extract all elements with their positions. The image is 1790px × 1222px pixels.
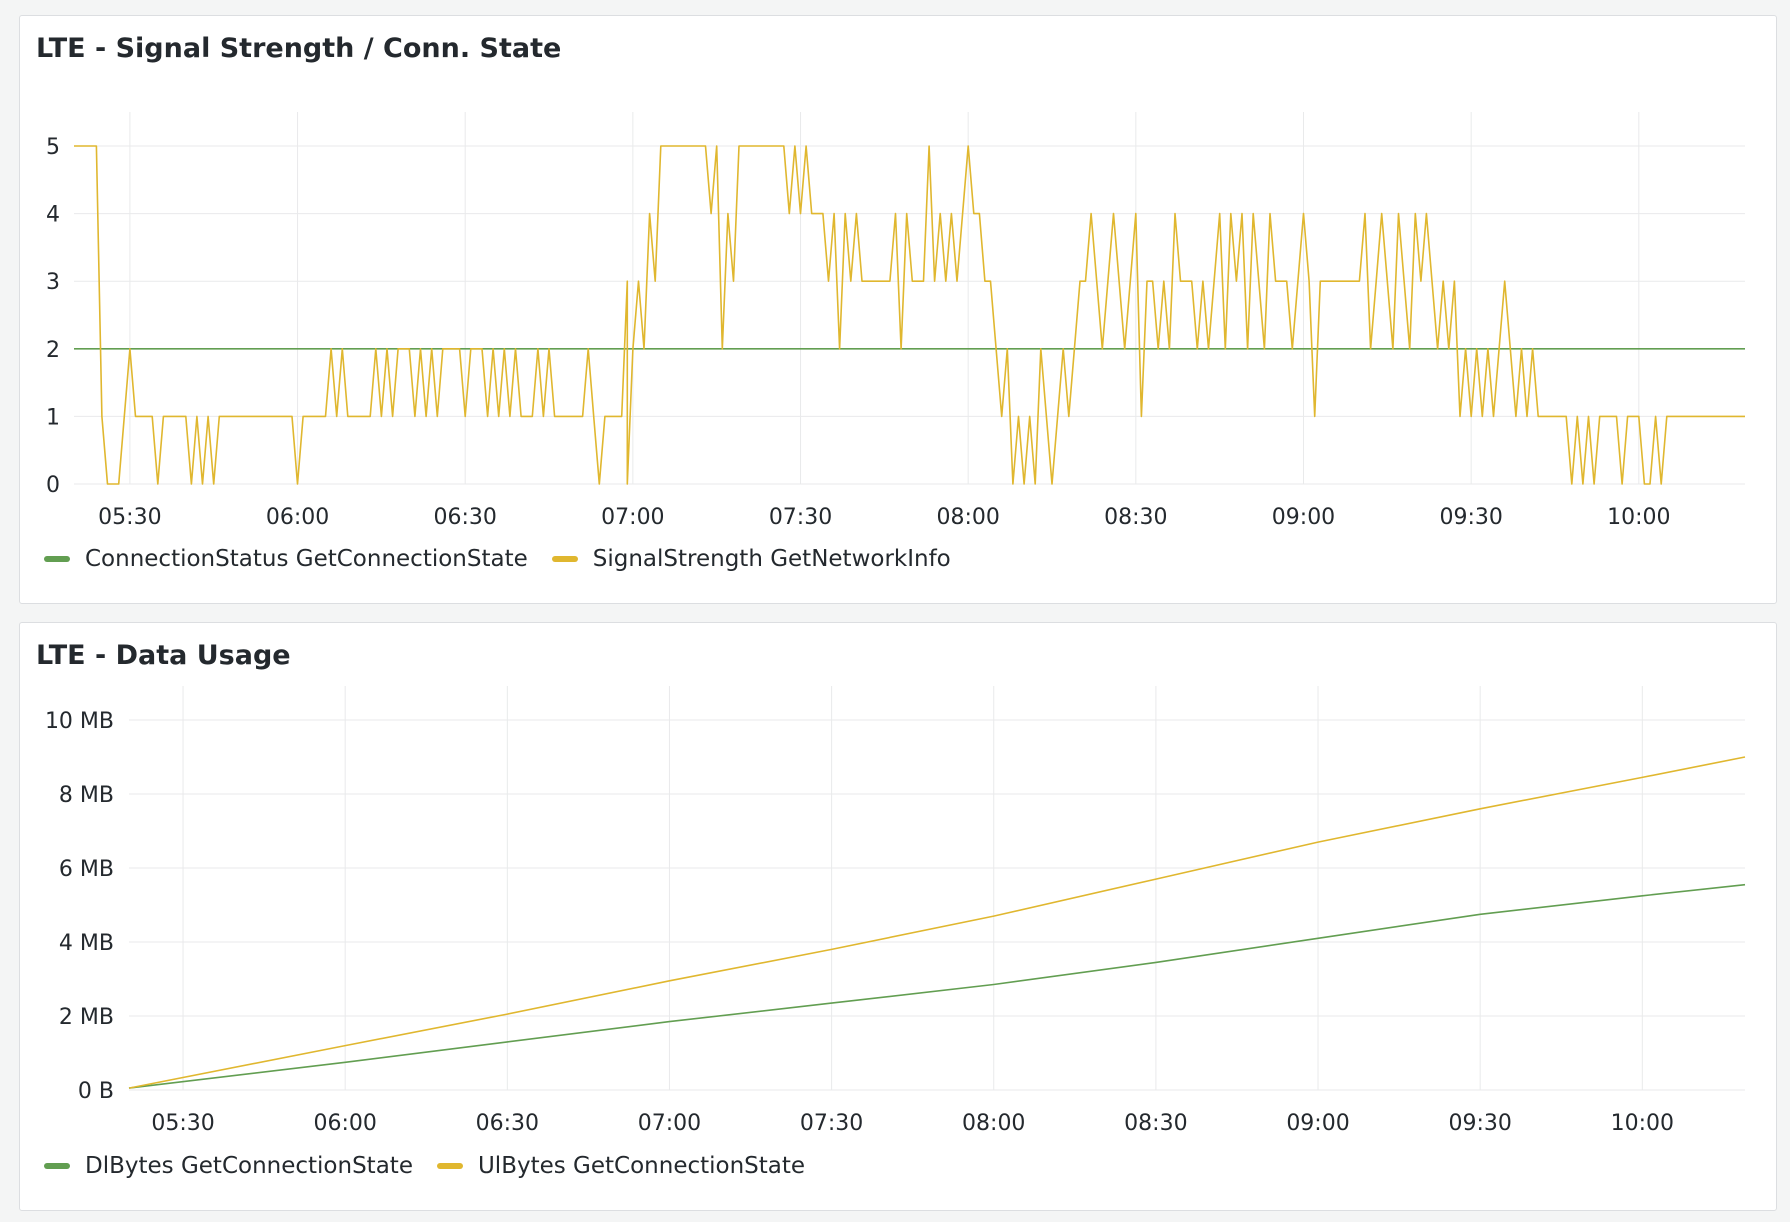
x-tick-label: 07:00	[638, 1111, 701, 1136]
legend-label: ConnectionStatus GetConnectionState	[85, 546, 528, 572]
legend: ConnectionStatus GetConnectionState Sign…	[44, 546, 951, 572]
legend-swatch-yellow	[436, 1163, 463, 1169]
x-tick-label: 08:30	[1124, 1111, 1187, 1136]
x-tick-label: 07:30	[800, 1111, 863, 1136]
x-tick-label: 10:00	[1607, 505, 1670, 530]
grid	[129, 686, 1745, 1091]
x-tick-label: 09:00	[1272, 505, 1335, 530]
series-line-0	[128, 883, 1746, 1089]
grid	[74, 112, 1745, 485]
y-tick-label: 0 B	[78, 1079, 114, 1104]
legend-item-signal-strength[interactable]: SignalStrength GetNetworkInfo	[551, 546, 951, 572]
y-tick-label: 2	[46, 338, 60, 363]
series-line-1	[74, 145, 1745, 485]
legend: DlBytes GetConnectionState UlBytes GetCo…	[44, 1153, 805, 1179]
x-tick-label: 08:30	[1104, 505, 1167, 530]
x-tick-label: 09:30	[1448, 1111, 1511, 1136]
x-tick-label: 07:00	[601, 505, 664, 530]
y-tick-label: 4 MB	[59, 931, 114, 956]
x-tick-label: 07:30	[769, 505, 832, 530]
y-tick-label: 2 MB	[59, 1005, 114, 1030]
x-tick-label: 05:30	[151, 1111, 214, 1136]
signal-strength-chart: 0 1 2 3 4 5 05:30 06:00 06:30 07:00 07:30 08:00 08:3…	[46, 112, 1745, 530]
x-tick-label: 09:30	[1439, 505, 1502, 530]
y-tick-label: 8 MB	[59, 783, 114, 808]
x-tick-label: 08:00	[936, 505, 999, 530]
legend-label: SignalStrength GetNetworkInfo	[592, 546, 951, 572]
y-tick-label: 5	[46, 135, 60, 160]
legend-label: UlBytes GetConnectionState	[477, 1153, 806, 1179]
x-tick-label: 06:00	[266, 505, 329, 530]
x-tick-label: 06:30	[434, 505, 497, 530]
y-tick-label: 6 MB	[59, 857, 114, 882]
y-tick-label: 0	[46, 473, 60, 498]
legend-swatch-green	[44, 1163, 70, 1169]
legend-item-dlbytes[interactable]: DlBytes GetConnectionState	[44, 1153, 413, 1179]
data-usage-panel: LTE - Data Usage 0 B2 MB 4 MB 6 MB 8 MB 10 M…	[19, 622, 1777, 1211]
y-tick-label: 4	[46, 203, 60, 228]
signal-strength-panel: LTE - Signal Strength / Conn. State 0123…	[19, 15, 1777, 604]
legend-swatch-green	[44, 556, 70, 562]
y-tick-label: 1	[46, 405, 60, 430]
x-tick-label: 09:00	[1286, 1111, 1349, 1136]
x-tick-label: 06:00	[313, 1111, 376, 1136]
y-tick-label: 10 MB	[45, 709, 114, 734]
data-usage-chart: 0 B 2 MB 4 MB 6 MB 8 MB 10 MB 05:30 06:00 06:30 0…	[45, 686, 1746, 1136]
legend-swatch-yellow	[551, 556, 578, 562]
y-tick-label: 3	[46, 270, 60, 295]
legend-label: DlBytes GetConnectionState	[85, 1153, 413, 1179]
x-tick-label: 05:30	[98, 505, 161, 530]
legend-item-connection-status[interactable]: ConnectionStatus GetConnectionState	[44, 546, 528, 572]
x-tick-label: 10:00	[1611, 1111, 1674, 1136]
legend-item-ulbytes[interactable]: UlBytes GetConnectionState	[436, 1153, 806, 1179]
series-line-1	[128, 756, 1746, 1089]
x-tick-label: 08:00	[962, 1111, 1025, 1136]
x-tick-label: 06:30	[476, 1111, 539, 1136]
